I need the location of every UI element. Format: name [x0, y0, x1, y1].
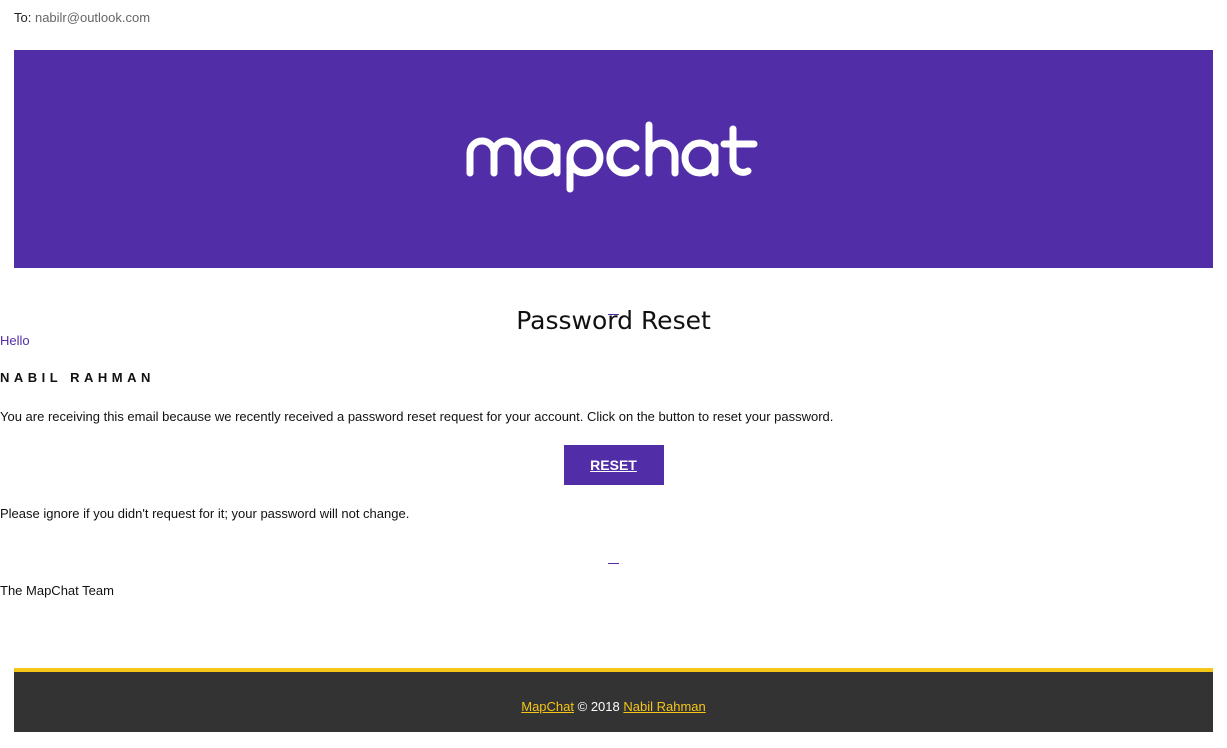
copyright-text: © 2018	[577, 699, 620, 714]
reset-button-wrapper: RESET	[0, 445, 1227, 485]
recipient-line: To: nabilr@outlook.com	[14, 10, 150, 25]
signature: The MapChat Team	[0, 583, 114, 598]
greeting: Hello	[0, 333, 30, 348]
reset-message: You are receiving this email because we …	[0, 409, 834, 424]
recipient-address: nabilr@outlook.com	[34, 10, 151, 25]
divider-line	[608, 563, 619, 564]
to-label: To:	[14, 10, 32, 25]
divider-line	[608, 314, 619, 315]
recipient-name: NABIL RAHMAN	[0, 370, 155, 385]
mapchat-logo	[466, 121, 757, 193]
footer: MapChat © 2018 Nabil Rahman	[14, 668, 1213, 732]
author-link[interactable]: Nabil Rahman	[623, 699, 705, 714]
divider-bottom	[0, 551, 1227, 569]
header-banner	[14, 50, 1213, 268]
footer-text: MapChat © 2018 Nabil Rahman	[14, 699, 1213, 714]
ignore-note: Please ignore if you didn't request for …	[0, 506, 410, 521]
brand-link[interactable]: MapChat	[521, 699, 574, 714]
divider-top	[0, 302, 1227, 320]
reset-button[interactable]: RESET	[563, 445, 664, 485]
